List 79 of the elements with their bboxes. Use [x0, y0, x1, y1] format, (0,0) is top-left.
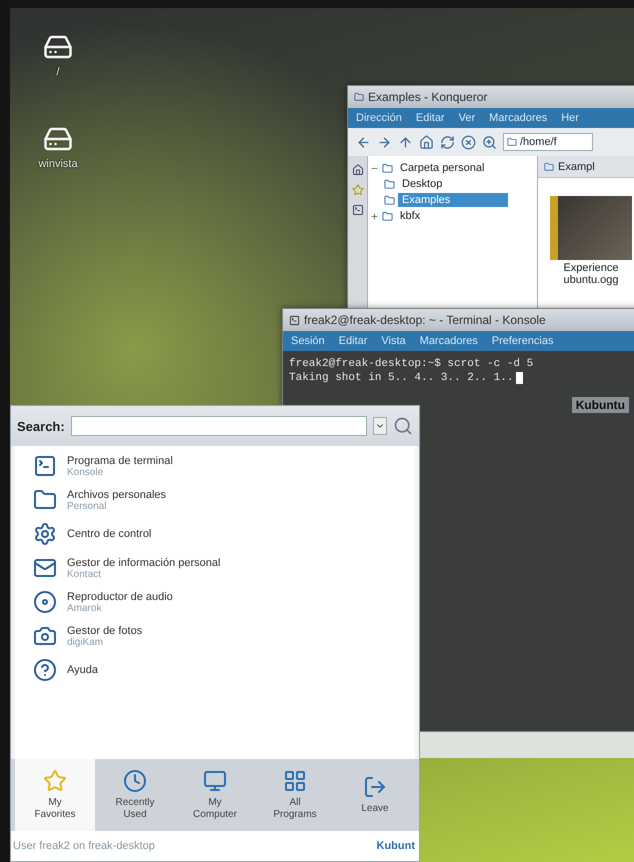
logo-text: Kubunt	[376, 840, 415, 852]
search-icon[interactable]	[393, 416, 413, 436]
menu-item[interactable]: Ver	[458, 112, 476, 124]
expand-icon[interactable]	[370, 212, 379, 220]
tab[interactable]: Leave	[335, 759, 415, 831]
entry-title: Centro de control	[67, 528, 152, 540]
clock-icon	[123, 769, 147, 793]
folder-icon	[382, 162, 393, 174]
folder-icon	[384, 178, 395, 190]
star-icon[interactable]	[352, 184, 364, 196]
menu-item[interactable]: Sesión	[291, 335, 325, 347]
star-icon	[43, 769, 67, 793]
desktop-icon-label[interactable]: /	[56, 66, 60, 78]
folder-icon	[354, 92, 364, 102]
terminal-icon	[289, 314, 300, 326]
file-name[interactable]: Experience ubuntu.ogg	[556, 262, 626, 286]
folder-icon	[382, 210, 393, 222]
entry-subtitle: Personal	[67, 500, 108, 512]
entry-title: Ayuda	[67, 664, 98, 676]
terminal-line: freak2@freak-desktop:~$ scrot -c -d 5	[289, 357, 534, 371]
tree-item[interactable]: Carpeta personal	[396, 161, 488, 175]
logout-icon	[363, 775, 387, 799]
text-cursor	[516, 372, 524, 384]
tree-item[interactable]: Examples	[398, 193, 508, 207]
menu-item[interactable]: Vista	[381, 335, 406, 347]
help-icon	[33, 658, 57, 682]
window-title: Examples - Konqueror	[368, 90, 488, 104]
entry-title: Gestor de información personal	[67, 556, 220, 568]
home-icon[interactable]	[419, 134, 434, 150]
menu-item[interactable]: Her	[561, 112, 579, 124]
settings-icon	[33, 522, 57, 546]
tree-item[interactable]: kbfx	[396, 209, 424, 223]
tab[interactable]: Recently Used	[95, 759, 175, 831]
logo-text: Kubuntu	[572, 397, 629, 413]
entry-subtitle: digiKam	[67, 636, 104, 648]
search-label: Search:	[17, 418, 65, 434]
tab[interactable]: My Computer	[175, 759, 255, 831]
back-icon[interactable]	[356, 134, 371, 150]
dropdown-button[interactable]	[373, 417, 387, 435]
terminal-icon	[33, 454, 57, 478]
entry-subtitle: Amarok	[67, 602, 102, 614]
menu-item[interactable]: Editar	[416, 112, 445, 124]
entry-title: Archivos personales	[67, 488, 166, 500]
home-icon[interactable]	[352, 164, 364, 176]
entry-title: Reproductor de audio	[67, 590, 173, 602]
menu-item[interactable]: Dirección	[356, 112, 402, 124]
camera-icon	[33, 624, 57, 648]
entry-title: Gestor de fotos	[67, 624, 142, 636]
mail-icon	[33, 556, 57, 580]
folder-icon	[33, 488, 57, 512]
folder-icon	[544, 162, 554, 172]
menu-item[interactable]: Preferencias	[492, 335, 554, 347]
window-title: freak2@freak-desktop: ~ - Terminal - Konsole	[304, 313, 546, 327]
folder-icon	[507, 137, 517, 147]
menu-item[interactable]: Editar	[338, 335, 368, 347]
user-status: User freak2 on freak-desktop	[13, 840, 155, 852]
terminal-line: Taking shot in 5.. 4.. 3.. 2.. 1..	[289, 371, 514, 385]
video-thumbnail[interactable]	[550, 196, 632, 260]
terminal-icon[interactable]	[352, 204, 364, 216]
zoom-icon[interactable]	[482, 134, 497, 150]
tab[interactable]: All Programs	[255, 759, 335, 831]
tab[interactable]: My Favorites	[15, 759, 95, 831]
menu-item[interactable]: Marcadores	[489, 112, 548, 124]
menu-item[interactable]: Marcadores	[420, 335, 478, 347]
entry-subtitle: Kontact	[67, 568, 102, 580]
disc-icon	[33, 590, 57, 614]
desktop-icon-label[interactable]: winvista	[38, 158, 78, 170]
monitor-icon	[203, 769, 227, 793]
forward-icon[interactable]	[377, 134, 392, 150]
refresh-icon[interactable]	[440, 134, 455, 150]
search-field[interactable]	[70, 416, 367, 436]
grid-icon	[283, 769, 307, 793]
view-tab[interactable]: Exampl	[538, 156, 634, 178]
folder-icon	[384, 194, 395, 206]
tree-item[interactable]: Desktop	[398, 177, 446, 191]
stop-icon[interactable]	[461, 134, 476, 150]
location-field[interactable]: /home/f	[503, 133, 593, 151]
entry-subtitle: Konsole	[67, 466, 104, 478]
entry-title: Programa de terminal	[67, 454, 173, 466]
